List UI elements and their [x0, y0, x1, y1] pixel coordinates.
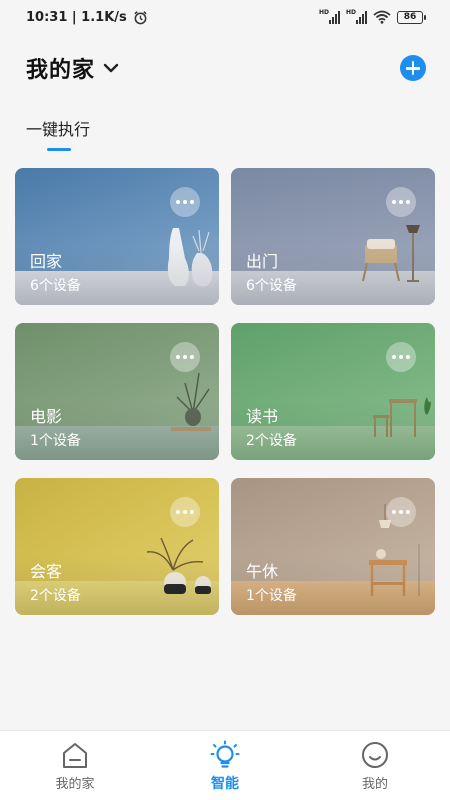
nav-item-smart[interactable]: 智能 — [165, 739, 285, 793]
scene-card-movie[interactable]: 电影 1个设备 — [15, 323, 219, 460]
signal-icon: HD — [346, 9, 367, 24]
smiley-icon — [362, 742, 388, 768]
more-options-button[interactable] — [170, 497, 200, 527]
home-switcher[interactable]: 我的家 — [26, 52, 119, 84]
signal-icon: HD — [319, 9, 340, 24]
scene-name: 午休 — [246, 562, 279, 581]
scene-card-home[interactable]: 回家 6个设备 — [15, 168, 219, 305]
status-bar: 10:31 | 1.1K/s HD HD 86 — [0, 0, 450, 34]
scene-device-count: 2个设备 — [246, 433, 297, 449]
scene-card-reading[interactable]: 读书 2个设备 — [231, 323, 435, 460]
nav-item-home[interactable]: 我的家 — [15, 739, 135, 792]
bottom-nav: 我的家 智能 我的 — [0, 730, 450, 800]
nav-label: 我的 — [361, 777, 388, 792]
tab-label: 一键执行 — [26, 120, 91, 139]
wifi-icon — [373, 10, 391, 24]
nav-item-profile[interactable]: 我的 — [315, 739, 435, 792]
status-time: 10:31 | 1.1K/s — [26, 9, 127, 25]
scene-name: 会客 — [30, 562, 63, 581]
scene-name: 回家 — [30, 252, 63, 271]
home-icon — [63, 743, 87, 768]
nav-label: 我的家 — [55, 777, 95, 792]
tab-one-click[interactable]: 一键执行 — [26, 116, 90, 151]
more-options-button[interactable] — [386, 187, 416, 217]
scene-device-count: 6个设备 — [246, 278, 297, 294]
scene-card-nap[interactable]: 午休 1个设备 — [231, 478, 435, 615]
tab-indicator — [47, 148, 71, 151]
scene-device-count: 2个设备 — [30, 588, 81, 604]
battery-icon: 86 — [397, 10, 426, 24]
header: 我的家 — [26, 50, 426, 86]
scene-card-guests[interactable]: 会客 2个设备 — [15, 478, 219, 615]
scene-name: 电影 — [30, 407, 63, 426]
add-scene-button[interactable] — [400, 55, 426, 81]
scene-card-away[interactable]: 出门 6个设备 — [231, 168, 435, 305]
scene-name: 读书 — [246, 407, 279, 426]
lightbulb-icon — [210, 740, 240, 768]
more-options-button[interactable] — [170, 187, 200, 217]
more-options-button[interactable] — [386, 342, 416, 372]
battery-level: 86 — [403, 11, 417, 22]
scene-name: 出门 — [246, 252, 279, 271]
more-options-button[interactable] — [386, 497, 416, 527]
alarm-icon — [134, 10, 147, 24]
scene-device-count: 6个设备 — [30, 278, 81, 294]
scene-device-count: 1个设备 — [30, 433, 81, 449]
nav-label: 智能 — [211, 775, 239, 792]
home-title: 我的家 — [26, 58, 96, 83]
more-options-button[interactable] — [170, 342, 200, 372]
chevron-down-icon — [103, 63, 119, 73]
scene-device-count: 1个设备 — [246, 588, 297, 604]
